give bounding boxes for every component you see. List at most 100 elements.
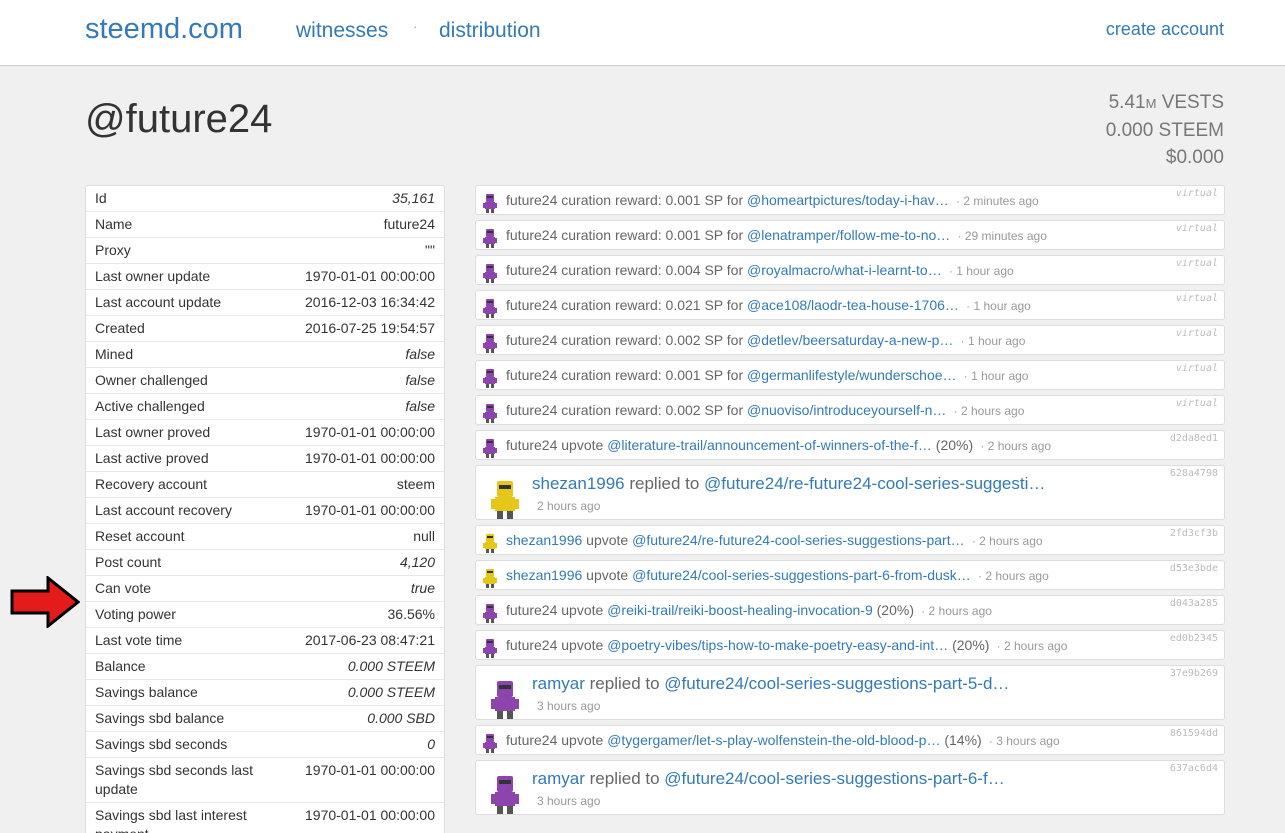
feed-post-link[interactable]: @future24/cool-series-suggestions-part-6… bbox=[664, 769, 1004, 788]
robot-avatar-icon[interactable] bbox=[481, 533, 499, 553]
feed-post-link[interactable]: @ace108/laodr-tea-house-1706… bbox=[747, 297, 959, 313]
feed-post-link[interactable]: @detlev/beersaturday-a-new-p… bbox=[747, 332, 953, 348]
feed-time[interactable]: · 1 hour ago bbox=[946, 264, 1014, 278]
robot-avatar-icon[interactable] bbox=[481, 403, 499, 423]
feed-time[interactable]: 2 hours ago bbox=[537, 499, 600, 513]
robot-avatar-icon[interactable] bbox=[489, 773, 521, 815]
feed-time-text: 1 hour ago bbox=[971, 369, 1029, 383]
feed-post-link[interactable]: @literature-trail/announcement-of-winner… bbox=[607, 437, 932, 453]
robot-avatar-icon[interactable] bbox=[481, 263, 499, 283]
feed-time[interactable]: · 2 hours ago bbox=[975, 569, 1049, 583]
feed-time[interactable]: · 2 minutes ago bbox=[953, 194, 1039, 208]
property-row: Reset account null bbox=[86, 523, 444, 549]
feed-tx-tag[interactable]: ed0b2345 bbox=[1170, 633, 1218, 644]
property-value: null bbox=[413, 528, 435, 544]
property-key: Last account update bbox=[95, 294, 222, 310]
feed-user-link[interactable]: shezan1996 bbox=[506, 532, 582, 548]
feed-time[interactable]: 3 hours ago bbox=[537, 794, 600, 808]
feed-post-link[interactable]: @future24/re-future24-cool-series-sugges… bbox=[704, 474, 1045, 493]
robot-avatar-icon[interactable] bbox=[481, 733, 499, 753]
feed-post-link[interactable]: @future24/re-future24-cool-series-sugges… bbox=[632, 532, 964, 548]
account-properties-table: Id 35,161 Name future24 Proxy "" Last owner up… bbox=[85, 185, 445, 833]
property-value: 2017-06-23 08:47:21 bbox=[305, 632, 435, 648]
property-key: Mined bbox=[95, 346, 134, 362]
feed-tx-tag[interactable]: virtual bbox=[1176, 398, 1218, 409]
feed-post-link[interactable]: @germanlifestyle/wunderschoe… bbox=[747, 367, 957, 383]
feed-text: future24 curation reward: 0.001 SP for @… bbox=[506, 367, 1028, 383]
robot-avatar-icon[interactable] bbox=[481, 333, 499, 353]
property-key: Last vote time bbox=[95, 632, 183, 648]
feed-tx-tag[interactable]: d53e3bde bbox=[1170, 563, 1218, 574]
feed-post-link[interactable]: @nuoviso/introduceyourself-n… bbox=[747, 402, 946, 418]
vests-balance: 5.41M VESTS bbox=[1106, 89, 1224, 117]
robot-avatar-icon[interactable] bbox=[489, 678, 521, 720]
feed-tx-tag[interactable]: virtual bbox=[1176, 328, 1218, 339]
feed-time[interactable]: · 2 hours ago bbox=[918, 604, 992, 618]
property-key: Recovery account bbox=[95, 476, 208, 492]
property-row: Mined false bbox=[86, 341, 444, 367]
feed-tx-tag[interactable]: 637ac6d4 bbox=[1170, 763, 1218, 774]
feed-time[interactable]: · 2 hours ago bbox=[969, 534, 1043, 548]
feed-tx-tag[interactable]: d043a285 bbox=[1170, 598, 1218, 609]
feed-tx-tag[interactable]: 861594dd bbox=[1170, 728, 1218, 739]
feed-post-link[interactable]: @future24/cool-series-suggestions-part-6… bbox=[632, 567, 971, 583]
robot-avatar-icon[interactable] bbox=[481, 193, 499, 213]
brand-link[interactable]: steemd.com bbox=[85, 13, 243, 46]
robot-avatar-icon[interactable] bbox=[481, 438, 499, 458]
feed-user-link[interactable]: shezan1996 bbox=[506, 567, 582, 583]
robot-avatar-icon[interactable] bbox=[481, 298, 499, 318]
feed-tx-tag[interactable]: virtual bbox=[1176, 363, 1218, 374]
feed-tx-tag[interactable]: d2da8ed1 bbox=[1170, 433, 1218, 444]
feed-time[interactable]: 3 hours ago bbox=[537, 699, 600, 713]
feed-post-link[interactable]: @tygergamer/let-s-play-wolfenstein-the-o… bbox=[607, 732, 940, 748]
feed-user: future24 bbox=[506, 262, 558, 278]
feed-time[interactable]: · 2 hours ago bbox=[950, 404, 1025, 418]
feed-tx-tag[interactable]: 37e9b269 bbox=[1170, 668, 1218, 679]
robot-avatar-icon[interactable] bbox=[481, 603, 499, 623]
feed-item: future24 curation reward: 0.002 SP for @… bbox=[475, 325, 1225, 355]
robot-avatar-icon[interactable] bbox=[489, 478, 521, 520]
feed-post-link[interactable]: @royalmacro/what-i-learnt-to… bbox=[747, 262, 942, 278]
robot-avatar-icon[interactable] bbox=[481, 568, 499, 588]
feed-tx-tag[interactable]: virtual bbox=[1176, 188, 1218, 199]
feed-post-link[interactable]: @reiki-trail/reiki-boost-healing-invocat… bbox=[607, 602, 873, 618]
feed-time[interactable]: · 29 minutes ago bbox=[954, 229, 1047, 243]
property-row: Savings sbd last interest payment 1970-01… bbox=[86, 802, 444, 833]
feed-tx-tag[interactable]: virtual bbox=[1176, 258, 1218, 269]
feed-tx-tag[interactable]: virtual bbox=[1176, 293, 1218, 304]
create-account-link[interactable]: create account bbox=[1106, 19, 1224, 40]
feed-time[interactable]: · 2 hours ago bbox=[977, 439, 1051, 453]
feed-text: shezan1996 upvote @future24/re-future24-… bbox=[506, 532, 1043, 548]
feed-time[interactable]: · 1 hour ago bbox=[957, 334, 1026, 348]
feed-time[interactable]: · 2 hours ago bbox=[993, 639, 1068, 653]
feed-time[interactable]: · 1 hour ago bbox=[960, 369, 1029, 383]
feed-tx-tag[interactable]: virtual bbox=[1176, 223, 1218, 234]
property-key: Proxy bbox=[95, 242, 131, 258]
robot-avatar-icon[interactable] bbox=[481, 638, 499, 658]
feed-time-text: 2 minutes ago bbox=[963, 194, 1039, 208]
feed-text: future24 curation reward: 0.002 SP for @… bbox=[506, 332, 1025, 348]
feed-user-link[interactable]: ramyar bbox=[532, 769, 585, 788]
feed-post-link[interactable]: @homeartpictures/today-i-hav… bbox=[747, 192, 949, 208]
property-row: Can vote true bbox=[86, 575, 444, 601]
property-value: 2016-12-03 16:34:42 bbox=[305, 294, 435, 310]
feed-tx-tag[interactable]: 2fd3cf3b bbox=[1170, 528, 1218, 539]
feed-post-link[interactable]: @poetry-vibes/tips-how-to-make-poetry-ea… bbox=[607, 637, 948, 653]
feed-user: future24 bbox=[506, 637, 558, 653]
feed-user: future24 bbox=[506, 367, 558, 383]
feed-time[interactable]: · 3 hours ago bbox=[986, 734, 1060, 748]
feed-post-link[interactable]: @lenatramper/follow-me-to-no… bbox=[747, 227, 950, 243]
feed-time[interactable]: · 1 hour ago bbox=[963, 299, 1031, 313]
robot-avatar-icon[interactable] bbox=[481, 368, 499, 388]
feed-tx-tag[interactable]: 628a4798 bbox=[1170, 468, 1218, 479]
property-value: 1970-01-01 00:00:00 bbox=[305, 502, 435, 518]
nav-witnesses-link[interactable]: witnesses bbox=[296, 19, 388, 43]
property-row: Savings sbd balance 0.000 SBD bbox=[86, 705, 444, 731]
feed-user: future24 bbox=[506, 297, 558, 313]
feed-user-link[interactable]: shezan1996 bbox=[532, 474, 625, 493]
property-key: Savings sbd seconds last update bbox=[95, 762, 253, 797]
robot-avatar-icon[interactable] bbox=[481, 228, 499, 248]
nav-distribution-link[interactable]: distribution bbox=[439, 19, 541, 43]
feed-post-link[interactable]: @future24/cool-series-suggestions-part-5… bbox=[664, 674, 1009, 693]
feed-user-link[interactable]: ramyar bbox=[532, 674, 585, 693]
